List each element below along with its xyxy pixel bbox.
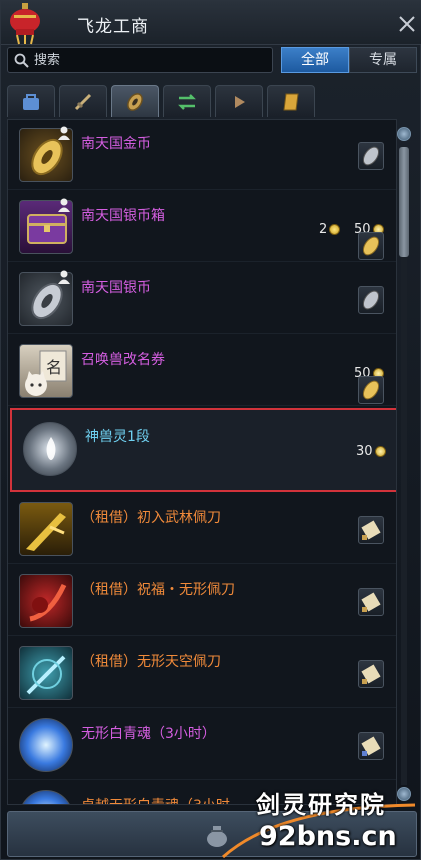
soul-orb-icon	[19, 790, 73, 804]
window-title: 飞龙工商	[77, 17, 149, 37]
scroll-up-button[interactable]	[397, 127, 411, 141]
list-item[interactable]: 南天国银币箱 2 50	[8, 192, 396, 262]
list-item[interactable]: 名 召唤兽改名券 50	[8, 336, 396, 406]
item-name: （租借）无形天空佩刀	[81, 654, 221, 670]
filter-all-button[interactable]: 全部	[281, 47, 349, 73]
item-name: 卓越无形白青魂（3小时	[81, 795, 230, 804]
list-item[interactable]: （租借）无形天空佩刀	[8, 638, 396, 708]
sword-icon	[74, 93, 92, 110]
item-name: 无形白青魂（3小时）	[81, 726, 216, 742]
list-item[interactable]: 南天国银币	[8, 264, 396, 334]
silver-coin-icon	[358, 142, 384, 170]
price-gold: 2	[319, 222, 341, 237]
category-tabs	[7, 85, 417, 117]
gold-coin-icon	[358, 232, 384, 260]
watermark-text: 剑灵研究院	[256, 791, 386, 819]
person-icon	[58, 270, 70, 284]
coin-icon	[127, 92, 143, 111]
blade-icon	[19, 574, 73, 628]
soul-orb-icon	[19, 718, 73, 772]
tab-gold[interactable]	[267, 85, 315, 117]
gold-coin-icon	[329, 224, 341, 235]
blade-icon	[19, 502, 73, 556]
exchange-icon	[178, 93, 196, 110]
gold-bar-icon	[283, 93, 299, 110]
item-name: 神兽灵1段	[85, 429, 150, 445]
person-icon	[58, 126, 70, 140]
silver-coin-icon	[358, 286, 384, 314]
scroll-icon	[358, 660, 384, 688]
search-box[interactable]	[7, 47, 273, 73]
scrollbar-thumb[interactable]	[399, 147, 409, 257]
list-item[interactable]: （租借）初入武林佩刀	[8, 494, 396, 564]
gold-coin-icon	[358, 376, 384, 404]
spirit-orb-icon	[23, 422, 77, 476]
tab-weapon[interactable]	[59, 85, 107, 117]
search-icon	[14, 53, 29, 68]
scroll-icon	[358, 588, 384, 616]
triangle-icon	[235, 95, 245, 108]
coin-icon	[374, 446, 386, 457]
tab-exchange[interactable]	[163, 85, 211, 117]
search-input[interactable]	[34, 50, 264, 70]
price-value: 30	[356, 444, 373, 459]
filter-exclusive-button[interactable]: 专属	[349, 47, 417, 73]
item-name: （租借）祝福・无形佩刀	[81, 582, 235, 598]
blade-icon	[19, 646, 73, 700]
bag-icon	[23, 93, 39, 110]
close-icon[interactable]	[398, 15, 416, 33]
scroll-icon	[358, 516, 384, 544]
tab-currency[interactable]	[111, 85, 159, 117]
tab-bag[interactable]	[7, 85, 55, 117]
watermark-url: 92bns.cn	[259, 821, 397, 852]
item-name: 南天国金币	[81, 136, 151, 152]
person-icon	[58, 198, 70, 212]
rename-ticket-icon: 名	[19, 344, 73, 398]
svg-text:名: 名	[46, 358, 62, 377]
item-name: 南天国银币	[81, 280, 151, 296]
lantern-logo-icon	[10, 3, 40, 45]
price-silver: 30	[356, 444, 386, 459]
tab-misc[interactable]	[215, 85, 263, 117]
item-name: （租借）初入武林佩刀	[81, 510, 221, 526]
item-name: 南天国银币箱	[81, 208, 165, 224]
price-value: 2	[319, 222, 328, 237]
item-name: 召唤兽改名券	[81, 352, 165, 368]
list-item-selected[interactable]: 神兽灵1段 30	[10, 408, 396, 492]
list-item[interactable]: 南天国金币	[8, 120, 396, 190]
item-list: 南天国金币 南天国银币箱 2 50 南天国银币 名 召唤兽改名券 50 神兽灵1…	[7, 119, 397, 805]
scroll-icon	[358, 732, 384, 760]
title-bar: 飞龙工商	[1, 1, 421, 45]
list-item[interactable]: （租借）祝福・无形佩刀	[8, 566, 396, 636]
list-item[interactable]: 无形白青魂（3小时）	[8, 710, 396, 780]
shop-window: 飞龙工商 全部 专属	[0, 0, 421, 860]
